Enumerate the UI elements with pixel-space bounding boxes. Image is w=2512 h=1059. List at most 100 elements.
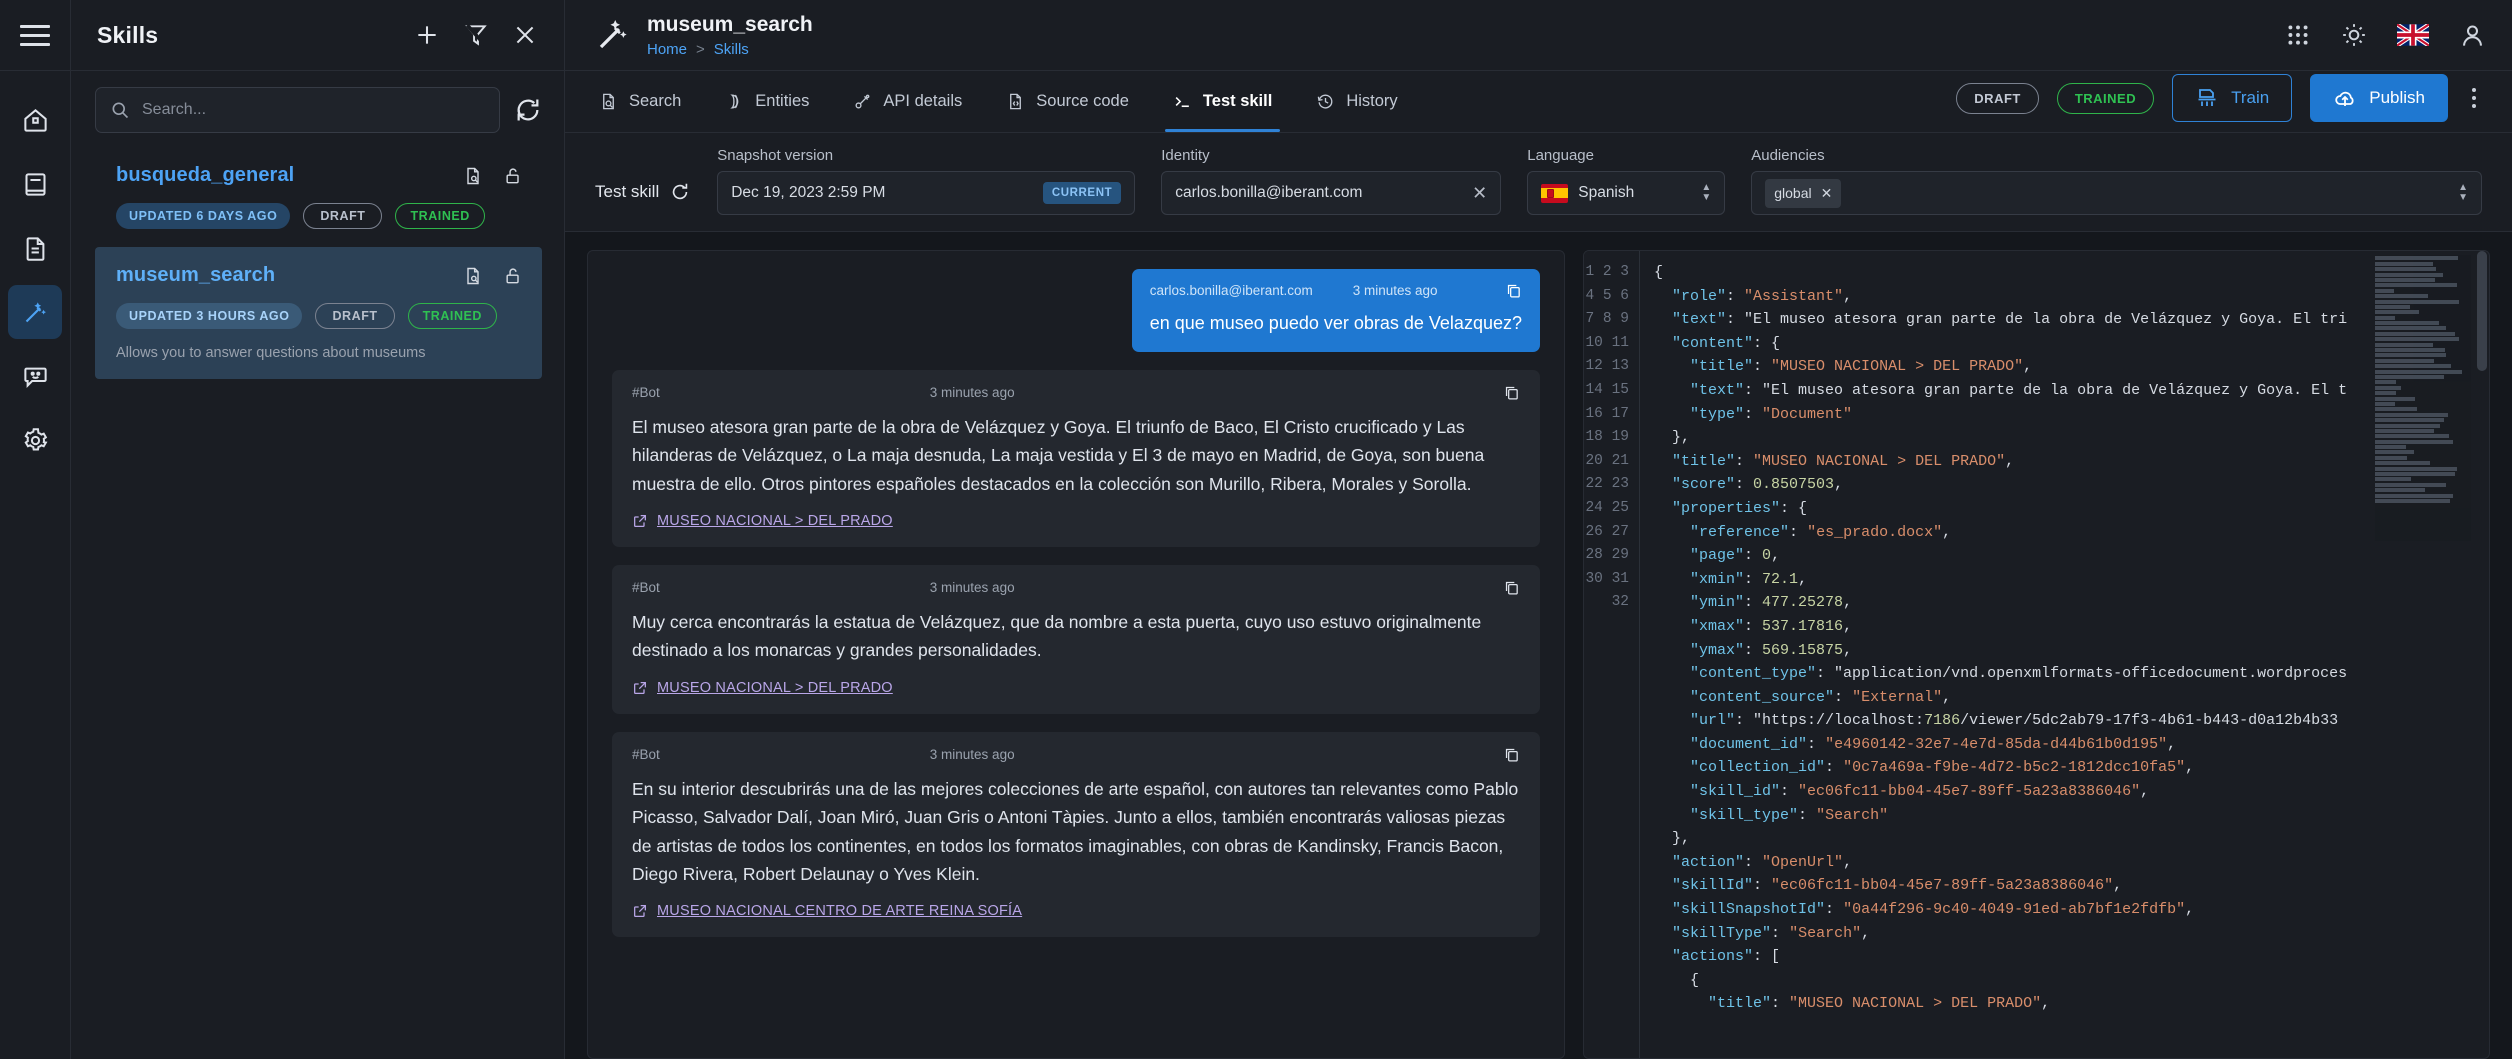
icon-rail <box>0 0 71 1059</box>
refresh-icon[interactable] <box>514 96 542 124</box>
entities-icon <box>725 92 744 111</box>
top-bar-titles: museum_search Home > Skills <box>647 12 813 57</box>
skill-name: museum_search <box>116 264 275 287</box>
audiences-control[interactable]: global ✕ ▲ ▼ <box>1751 171 2482 215</box>
chat-message-user: carlos.bonilla@iberant.com 3 minutes ago… <box>1132 269 1540 352</box>
chat-message-bot: #Bot 3 minutes ago En su interior descub… <box>612 732 1540 937</box>
search-icon <box>110 100 130 120</box>
copy-message-button[interactable] <box>1503 746 1520 763</box>
rail-item-chat[interactable] <box>8 349 62 403</box>
preview-doc-icon[interactable] <box>463 266 483 286</box>
brightness-icon[interactable] <box>2341 22 2367 48</box>
kebab-menu-icon[interactable] <box>2466 88 2482 108</box>
code-content[interactable]: { "role": "Assistant", "text": "El museo… <box>1640 251 2489 1058</box>
tab-label: Search <box>629 92 681 111</box>
snapshot-version-field: Snapshot version Dec 19, 2023 2:59 PM CU… <box>717 147 1135 215</box>
audience-tag-remove-icon[interactable]: ✕ <box>1821 185 1833 202</box>
menu-toggle[interactable] <box>0 0 70 71</box>
code-minimap[interactable] <box>2375 255 2471 541</box>
tab-history[interactable]: History <box>1294 71 1419 132</box>
rail-item-list <box>0 71 70 467</box>
language-label: Language <box>1527 147 1725 164</box>
tab-source-code[interactable]: Source code <box>984 71 1151 132</box>
add-skill-button[interactable] <box>414 22 440 48</box>
flag-uk-icon[interactable] <box>2397 24 2429 46</box>
tab-api-details[interactable]: API details <box>831 71 984 132</box>
search-box[interactable] <box>95 87 500 133</box>
copy-message-button[interactable] <box>1503 384 1520 401</box>
gear-icon <box>22 427 49 454</box>
magic-wand-icon <box>22 299 49 326</box>
preview-doc-icon[interactable] <box>463 166 483 186</box>
message-text: Muy cerca encontrarás la estatua de Velá… <box>632 608 1520 665</box>
train-button[interactable]: Train <box>2172 74 2292 122</box>
status-badge-draft: DRAFT <box>303 203 382 229</box>
copy-message-button[interactable] <box>1505 282 1522 299</box>
message-source-link[interactable]: MUSEO NACIONAL CENTRO DE ARTE REINA SOFÍ… <box>632 903 1520 919</box>
snapshot-current-chip: CURRENT <box>1043 182 1121 204</box>
snapshot-version-control[interactable]: Dec 19, 2023 2:59 PM CURRENT <box>717 171 1135 215</box>
train-button-label: Train <box>2231 88 2269 108</box>
identity-clear-icon[interactable]: ✕ <box>1460 184 1487 202</box>
chat-transcript: carlos.bonilla@iberant.com 3 minutes ago… <box>587 250 1565 1059</box>
skills-search-row <box>71 71 564 143</box>
tab-search[interactable]: Search <box>595 71 703 132</box>
api-icon <box>853 92 872 111</box>
train-model-icon <box>2195 86 2219 110</box>
tab-bar-actions: DRAFT TRAINED Train Publish <box>1956 74 2482 132</box>
message-timestamp: 3 minutes ago <box>1353 283 1438 298</box>
filter-button[interactable] <box>463 22 489 48</box>
rail-item-skills[interactable] <box>8 285 62 339</box>
flag-spain-icon <box>1541 184 1568 203</box>
message-source-link[interactable]: MUSEO NACIONAL > DEL PRADO <box>632 513 1520 529</box>
status-pill-draft: DRAFT <box>1956 83 2039 114</box>
json-code-viewer[interactable]: 1 2 3 4 5 6 7 8 9 10 11 12 13 14 15 16 1… <box>1583 250 2490 1059</box>
skills-panel-actions <box>414 22 538 48</box>
tab-entities[interactable]: Entities <box>703 71 831 132</box>
audience-tag-label: global <box>1774 185 1811 201</box>
user-account-icon[interactable] <box>2459 22 2486 49</box>
identity-label: Identity <box>1161 147 1501 164</box>
tab-list: Search Entities API details Source code … <box>595 71 1420 132</box>
chat-message-bot: #Bot 3 minutes ago Muy cerca encontrarás… <box>612 565 1540 714</box>
skills-panel: Skills Search... busqueda_general UPDATE… <box>71 0 565 1059</box>
breadcrumb-home[interactable]: Home <box>647 41 687 58</box>
unlock-icon[interactable] <box>503 266 523 286</box>
language-control[interactable]: Spanish ▲ ▼ <box>1527 171 1725 215</box>
rail-item-settings[interactable] <box>8 413 62 467</box>
reload-icon[interactable] <box>669 181 691 203</box>
external-link-icon <box>632 680 648 696</box>
tab-label: API details <box>883 92 962 111</box>
unlock-icon[interactable] <box>503 166 523 186</box>
code-scrollbar[interactable] <box>2477 251 2487 371</box>
close-panel-button[interactable] <box>512 22 538 48</box>
skill-badges: UPDATED 6 DAYS AGO DRAFT TRAINED <box>116 203 523 229</box>
publish-button[interactable]: Publish <box>2310 74 2448 122</box>
language-stepper-icon[interactable]: ▲ ▼ <box>1701 183 1711 203</box>
book-icon <box>22 171 49 198</box>
status-badge-draft: DRAFT <box>315 303 394 329</box>
updated-badge: UPDATED 6 DAYS AGO <box>116 203 290 229</box>
skill-card-museum-search[interactable]: museum_search UPDATED 3 HOURS AGO DRAFT … <box>95 247 542 379</box>
tab-bar: Search Entities API details Source code … <box>565 71 2512 133</box>
message-source-link[interactable]: MUSEO NACIONAL > DEL PRADO <box>632 680 1520 696</box>
copy-message-button[interactable] <box>1503 579 1520 596</box>
hamburger-icon[interactable] <box>20 25 50 46</box>
audience-tag[interactable]: global ✕ <box>1765 179 1841 208</box>
status-badge-trained: TRAINED <box>408 303 497 329</box>
status-pill-trained: TRAINED <box>2057 83 2154 114</box>
tab-test-skill[interactable]: Test skill <box>1151 71 1294 132</box>
apps-grid-icon[interactable] <box>2285 22 2311 48</box>
skill-card-busqueda-general[interactable]: busqueda_general UPDATED 6 DAYS AGO DRAF… <box>95 147 542 247</box>
filter-off-icon <box>463 22 489 48</box>
message-source-label: MUSEO NACIONAL CENTRO DE ARTE REINA SOFÍ… <box>657 903 1022 919</box>
audiences-stepper-icon[interactable]: ▲ ▼ <box>2458 183 2468 203</box>
tab-label: Test skill <box>1203 92 1272 111</box>
rail-item-library[interactable] <box>8 157 62 211</box>
rail-item-home[interactable] <box>8 93 62 147</box>
breadcrumb-skills[interactable]: Skills <box>714 41 749 58</box>
rail-item-documents[interactable] <box>8 221 62 275</box>
search-input[interactable] <box>142 101 485 119</box>
external-link-icon <box>632 903 648 919</box>
identity-control[interactable]: carlos.bonilla@iberant.com ✕ <box>1161 171 1501 215</box>
